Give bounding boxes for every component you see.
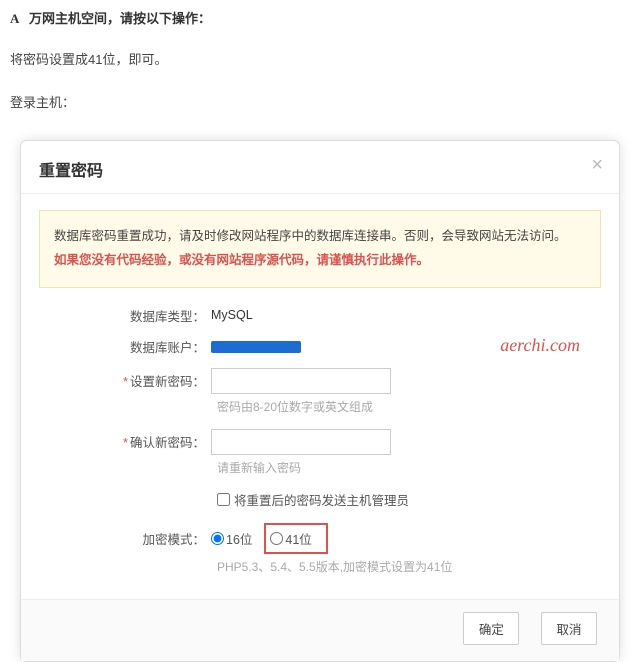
confirm-password-input[interactable] [211, 429, 391, 455]
new-password-input[interactable] [211, 368, 391, 394]
row-confirm-password: *确认新密码： [39, 429, 601, 455]
radio-16-option[interactable]: 16位 [211, 529, 252, 548]
instruction-text: 将密码设置成41位，即可。 [0, 35, 640, 74]
send-admin-label: 将重置后的密码发送主机管理员 [234, 490, 409, 509]
radio-41-input[interactable] [270, 532, 283, 545]
hint-encrypt: PHP5.3、5.4、5.5版本,加密模式设置为41位 [217, 558, 452, 575]
label-encrypt-mode: 加密模式： [39, 529, 211, 548]
modal-header: 重置密码 × [21, 141, 619, 194]
hint-row-encrypt: PHP5.3、5.4、5.5版本,加密模式设置为41位 [39, 558, 601, 575]
radio-41-option[interactable]: 41位 [270, 529, 311, 548]
heading-text: 万网主机空间，请按以下操作： [29, 11, 211, 26]
label-db-type: 数据库类型： [39, 306, 211, 325]
confirm-button[interactable]: 确定 [463, 612, 519, 645]
close-icon[interactable]: × [591, 155, 603, 175]
label-db-account: 数据库账户： [39, 337, 211, 356]
watermark-text: aerchi.com [500, 335, 580, 356]
hint-row-confirm-password: 请重新输入密码 [39, 459, 601, 476]
hint-new-password: 密码由8-20位数字或英文组成 [217, 398, 373, 415]
warning-line2: 如果您没有代码经验，或没有网站程序源代码，请谨慎执行此操作。 [54, 249, 586, 273]
heading-prefix: A [10, 11, 19, 26]
radio-16-label: 16位 [226, 529, 252, 548]
warning-line1: 数据库密码重置成功，请及时修改网站程序中的数据库连接串。否则，会导致网站无法访问… [54, 225, 586, 249]
label-confirm-password: *确认新密码： [39, 432, 211, 451]
row-db-type: 数据库类型： MySQL [39, 306, 601, 325]
section-heading: A 万网主机空间，请按以下操作： [0, 0, 640, 35]
row-encrypt-mode: 加密模式： 16位 41位 [39, 523, 601, 554]
highlight-41-box: 41位 [264, 523, 327, 554]
redacted-account [211, 341, 301, 353]
hint-confirm-password: 请重新输入密码 [217, 459, 301, 476]
value-db-account [211, 339, 301, 353]
row-send-admin: 将重置后的密码发送主机管理员 [217, 490, 601, 509]
send-admin-checkbox[interactable] [217, 493, 230, 506]
radio-41-label: 41位 [285, 529, 311, 548]
modal-title: 重置密码 [39, 163, 103, 180]
value-db-type: MySQL [211, 308, 253, 322]
reset-password-modal: 重置密码 × 数据库密码重置成功，请及时修改网站程序中的数据库连接串。否则，会导… [20, 140, 620, 662]
subtitle-text: 登录主机： [0, 74, 640, 117]
radio-16-input[interactable] [211, 532, 224, 545]
encrypt-radio-group: 16位 41位 [211, 523, 328, 554]
label-new-password: *设置新密码： [39, 371, 211, 390]
hint-row-new-password: 密码由8-20位数字或英文组成 [39, 398, 601, 415]
row-new-password: *设置新密码： [39, 368, 601, 394]
cancel-button[interactable]: 取消 [541, 612, 597, 645]
modal-body: 数据库密码重置成功，请及时修改网站程序中的数据库连接串。否则，会导致网站无法访问… [21, 194, 619, 599]
warning-box: 数据库密码重置成功，请及时修改网站程序中的数据库连接串。否则，会导致网站无法访问… [39, 210, 601, 288]
